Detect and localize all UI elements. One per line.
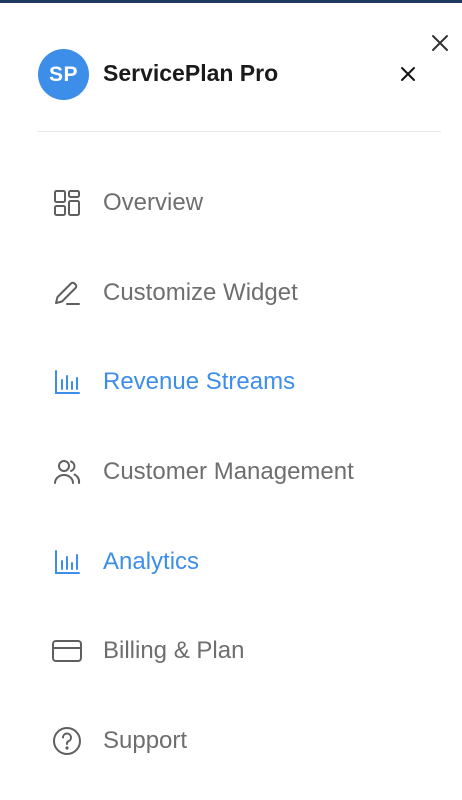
sidebar-item-label: Overview (103, 188, 204, 216)
credit-card-icon (52, 636, 82, 666)
sidebar-item-customer-management[interactable]: Customer Management (38, 427, 442, 517)
sidebar-header: SP ServicePlan Pro (38, 49, 442, 100)
sidebar-item-label: Revenue Streams (103, 368, 296, 396)
sidebar-item-revenue-streams[interactable]: Revenue Streams (38, 337, 442, 427)
bar-chart-icon (52, 367, 82, 397)
grid-icon (52, 188, 82, 218)
help-circle-icon (52, 726, 82, 756)
avatar: SP (38, 49, 89, 100)
sidebar-item-overview[interactable]: Overview (38, 158, 442, 248)
app-title: ServicePlan Pro (103, 60, 279, 86)
divider (38, 131, 441, 132)
sidebar-item-label: Customer Management (103, 457, 354, 485)
sidebar-nav: Overview Customize Widget Revenue Stream… (38, 158, 442, 786)
sidebar-item-customize-widget[interactable]: Customize Widget (38, 248, 442, 338)
sidebar-item-billing-plan[interactable]: Billing & Plan (38, 606, 442, 696)
bar-chart-icon (52, 547, 82, 577)
sidebar-item-label: Support (103, 726, 188, 754)
users-icon (52, 457, 82, 487)
close-icon[interactable] (396, 62, 420, 86)
sidebar-item-label: Customize Widget (103, 278, 298, 306)
pencil-icon (52, 278, 82, 308)
sidebar-item-label: Billing & Plan (103, 637, 245, 665)
sidebar-item-label: Analytics (103, 547, 200, 575)
sidebar-item-analytics[interactable]: Analytics (38, 517, 442, 607)
sidebar-item-support[interactable]: Support (38, 696, 442, 786)
top-border (0, 0, 462, 3)
